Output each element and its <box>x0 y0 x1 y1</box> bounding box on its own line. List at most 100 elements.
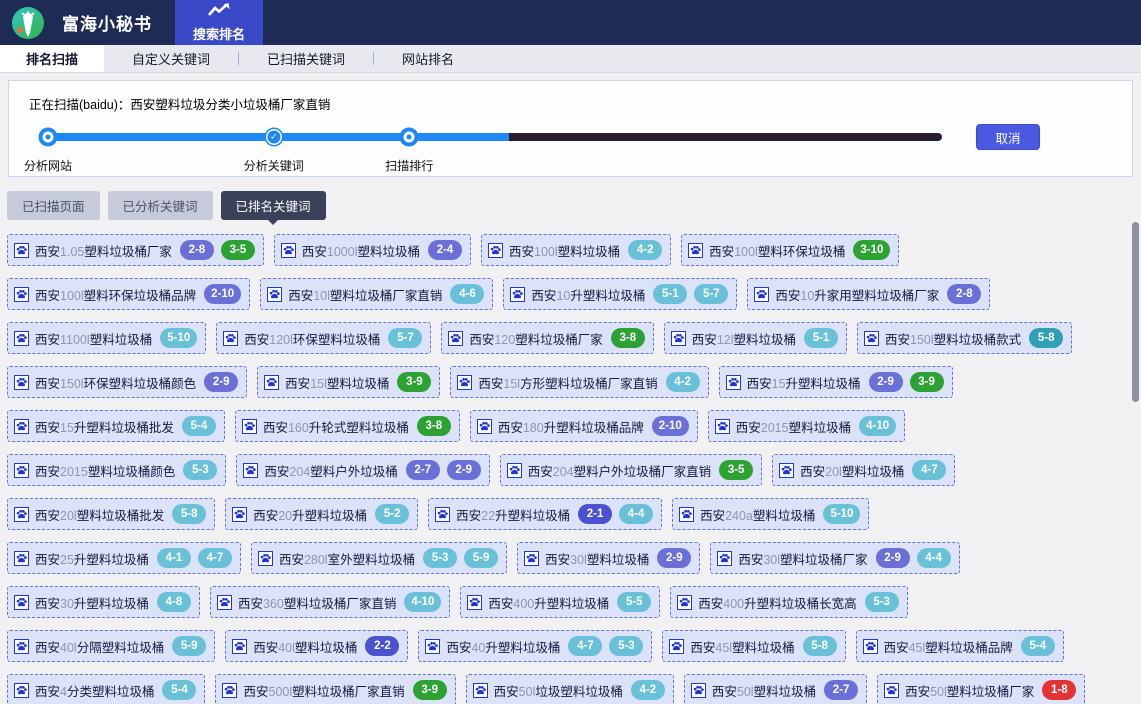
keyword-label: 西安40l塑料垃圾桶 <box>253 637 357 656</box>
keyword-tag[interactable]: 西安4分类塑料垃圾桶 5-4 <box>7 674 205 704</box>
filter-ranked-keywords[interactable]: 已排名关键词 <box>221 191 326 220</box>
rank-badges: 3-9 <box>395 372 431 392</box>
keyword-tag[interactable]: 西安150l环保塑料垃圾桶颜色 2-9 <box>7 366 247 398</box>
keyword-tag[interactable]: 西安1.05塑料垃圾桶厂家 2-83-5 <box>7 234 264 266</box>
keyword-tag[interactable]: 西安100l塑料垃圾桶 4-2 <box>481 234 671 266</box>
keyword-tag[interactable]: 西安30升塑料垃圾桶 4-8 <box>7 586 200 618</box>
keyword-tag[interactable]: 西安15l方形塑料垃圾桶厂家直销 4-2 <box>450 366 708 398</box>
keyword-tag[interactable]: 西安20升塑料垃圾桶 5-2 <box>225 498 418 530</box>
keyword-tag[interactable]: 西安30l塑料垃圾桶 2-9 <box>517 542 700 574</box>
rank-badge: 4-4 <box>917 548 951 568</box>
paw-icon <box>448 331 463 346</box>
keyword-tag[interactable]: 西安100l塑料环保垃圾桶品牌 2-10 <box>7 278 250 310</box>
paw-icon <box>726 375 741 390</box>
keyword-row: 西安2015塑料垃圾桶颜色 5-3 西安204塑料户外垃圾桶 2-72-9 西安… <box>0 454 1141 486</box>
tab-rank-scan[interactable]: 排名扫描 <box>0 45 104 72</box>
keyword-tag[interactable]: 西安160升轮式塑料垃圾桶 3-8 <box>235 410 460 442</box>
keyword-label: 西安50l塑料垃圾桶厂家 <box>905 681 1034 700</box>
keyword-label: 西安50l垃圾塑料垃圾桶 <box>494 681 623 700</box>
tab-custom-keywords[interactable]: 自定义关键词 <box>104 45 238 72</box>
rank-badge: 5-3 <box>183 460 217 480</box>
keyword-tag[interactable]: 西安15升塑料垃圾桶批发 5-4 <box>7 410 225 442</box>
rank-badges: 1-8 <box>1040 680 1076 700</box>
rank-badges: 5-10 <box>158 328 197 348</box>
keyword-tag[interactable]: 西安2015塑料垃圾桶颜色 5-3 <box>7 454 226 486</box>
rank-badge: 3-8 <box>417 416 451 436</box>
keyword-label: 西安280l室外塑料垃圾桶 <box>279 549 415 568</box>
keyword-tag[interactable]: 西安204塑料户外垃圾桶厂家直销 3-5 <box>500 454 762 486</box>
keyword-tag[interactable]: 西安10升家用塑料垃圾桶厂家 2-8 <box>747 278 990 310</box>
keyword-tag[interactable]: 西安100l塑料环保垃圾桶 3-10 <box>681 234 899 266</box>
keyword-label: 西安15升塑料垃圾桶批发 <box>35 417 174 436</box>
keyword-tag[interactable]: 西安204塑料户外垃圾桶 2-72-9 <box>236 454 489 486</box>
keyword-row: 西安15升塑料垃圾桶批发 5-4 西安160升轮式塑料垃圾桶 3-8 西安180… <box>0 410 1141 442</box>
keyword-tag[interactable]: 西安2015塑料垃圾桶 4-10 <box>708 410 905 442</box>
rank-badges: 5-4 <box>160 680 196 700</box>
rank-badge: 2-8 <box>180 240 214 260</box>
rank-badges: 4-8 <box>155 592 191 612</box>
keyword-tag[interactable]: 西安25升塑料垃圾桶 4-14-7 <box>7 542 241 574</box>
keyword-label: 西安240a塑料垃圾桶 <box>700 505 815 524</box>
tab-site-ranking[interactable]: 网站排名 <box>374 45 482 72</box>
filter-analyzed-keywords[interactable]: 已分析关键词 <box>108 191 213 220</box>
keyword-tag[interactable]: 西安400升塑料垃圾桶 5-5 <box>460 586 660 618</box>
rank-badge: 5-1 <box>804 328 838 348</box>
cancel-button[interactable]: 取消 <box>976 124 1040 150</box>
rank-badge: 3-10 <box>853 240 890 260</box>
keyword-tag[interactable]: 西安1100l塑料垃圾桶 5-10 <box>7 322 206 354</box>
keyword-tag[interactable]: 西安360塑料垃圾桶厂家直销 4-10 <box>210 586 450 618</box>
keyword-tag[interactable]: 西安120塑料垃圾桶厂家 3-8 <box>441 322 653 354</box>
keyword-tag[interactable]: 西安120l环保塑料垃圾桶 5-7 <box>216 322 431 354</box>
paw-icon <box>507 463 522 478</box>
rank-badges: 4-2 <box>664 372 700 392</box>
keyword-tag[interactable]: 西安50l垃圾塑料垃圾桶 4-2 <box>466 674 674 704</box>
tab-scanned-keywords[interactable]: 已扫描关键词 <box>239 45 373 72</box>
keyword-tag[interactable]: 西安150l塑料垃圾桶款式 5-8 <box>857 322 1072 354</box>
keyword-tag[interactable]: 西安50l塑料垃圾桶厂家 1-8 <box>877 674 1085 704</box>
keyword-tag[interactable]: 西安40l塑料垃圾桶 2-2 <box>225 630 408 662</box>
keyword-tag[interactable]: 西安40l分隔塑料垃圾桶 5-9 <box>7 630 215 662</box>
keyword-tag[interactable]: 西安45l塑料垃圾桶品牌 5-4 <box>856 630 1064 662</box>
keyword-tag[interactable]: 西安10l塑料垃圾桶厂家直销 4-6 <box>260 278 493 310</box>
keyword-label: 西安12l塑料垃圾桶 <box>692 329 796 348</box>
keyword-tag[interactable]: 西安20l塑料垃圾桶批发 5-8 <box>7 498 215 530</box>
keyword-label: 西安25升塑料垃圾桶 <box>35 549 149 568</box>
keyword-tag[interactable]: 西安1000l塑料垃圾桶 2-4 <box>274 234 471 266</box>
keyword-label: 西安50l塑料垃圾桶 <box>712 681 816 700</box>
keyword-tag[interactable]: 西安15l塑料垃圾桶 3-9 <box>257 366 440 398</box>
rank-badges: 5-3 <box>863 592 899 612</box>
keyword-tag[interactable]: 西安280l室外塑料垃圾桶 5-35-9 <box>251 542 507 574</box>
rank-badge: 5-1 <box>653 284 687 304</box>
keyword-label: 西安150l塑料垃圾桶款式 <box>885 329 1021 348</box>
keyword-label: 西安20升塑料垃圾桶 <box>253 505 367 524</box>
rank-badges: 4-14-7 <box>155 548 232 568</box>
keyword-tag[interactable]: 西安500l塑料垃圾桶厂家直销 3-9 <box>215 674 455 704</box>
keyword-tag[interactable]: 西安45l塑料垃圾桶 5-8 <box>662 630 845 662</box>
keyword-tag[interactable]: 西安15升塑料垃圾桶 2-93-9 <box>719 366 953 398</box>
rank-badges: 4-7 <box>910 460 946 480</box>
rank-badge: 5-8 <box>172 504 206 524</box>
keyword-tag[interactable]: 西安10升塑料垃圾桶 5-15-7 <box>503 278 737 310</box>
rank-badge: 5-4 <box>162 680 196 700</box>
keyword-label: 西安15升塑料垃圾桶 <box>747 373 861 392</box>
keyword-tag[interactable]: 西安20l塑料垃圾桶 4-7 <box>772 454 955 486</box>
keyword-tag[interactable]: 西安40升塑料垃圾桶 4-75-3 <box>418 630 652 662</box>
keyword-tag[interactable]: 西安12l塑料垃圾桶 5-1 <box>664 322 847 354</box>
keyword-tag[interactable]: 西安180升塑料垃圾桶品牌 2-10 <box>470 410 698 442</box>
keyword-tag[interactable]: 西安30l塑料垃圾桶厂家 2-94-4 <box>710 542 959 574</box>
keyword-label: 西安120塑料垃圾桶厂家 <box>469 329 602 348</box>
keyword-tag[interactable]: 西安400升塑料垃圾桶长宽高 5-3 <box>670 586 907 618</box>
rank-badges: 2-93-9 <box>867 372 944 392</box>
keyword-label: 西安10升家用塑料垃圾桶厂家 <box>775 285 939 304</box>
scrollbar-thumb[interactable] <box>1132 222 1139 402</box>
keyword-tag[interactable]: 西安50l塑料垃圾桶 2-7 <box>684 674 867 704</box>
rank-badge: 5-3 <box>423 548 457 568</box>
keyword-tag[interactable]: 西安22升塑料垃圾桶 2-14-4 <box>428 498 662 530</box>
keyword-label: 西安20l塑料垃圾桶批发 <box>35 505 164 524</box>
nav-tab-search-ranking[interactable]: 搜索排名 <box>175 0 263 45</box>
rank-badge: 4-2 <box>628 240 662 260</box>
trend-up-icon <box>207 3 231 22</box>
keyword-label: 西安180升塑料垃圾桶品牌 <box>498 417 644 436</box>
keyword-tag[interactable]: 西安240a塑料垃圾桶 5-10 <box>672 498 869 530</box>
filter-scanned-pages[interactable]: 已扫描页面 <box>7 191 100 220</box>
